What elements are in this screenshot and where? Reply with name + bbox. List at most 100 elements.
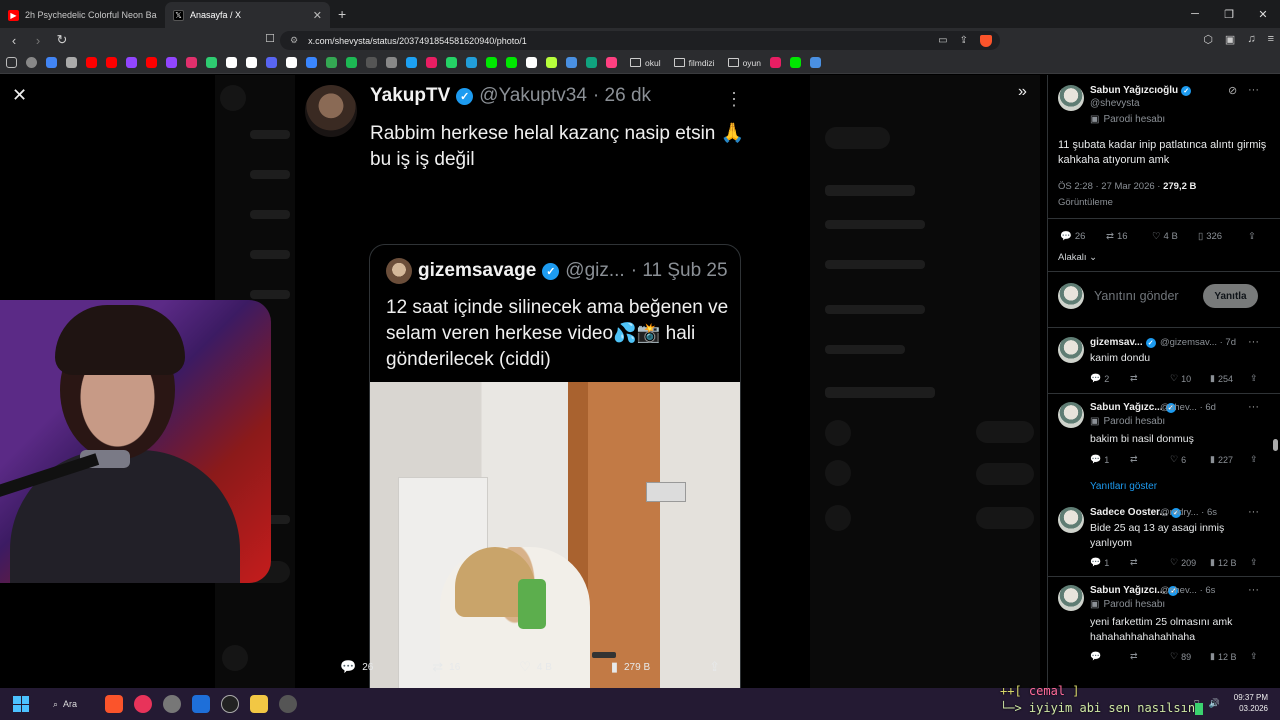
reply-avatar[interactable] — [1058, 402, 1084, 428]
bookmark-icon[interactable] — [106, 57, 117, 68]
show-replies-link[interactable]: Yanıtları göster — [1090, 481, 1157, 492]
retweet-action[interactable]: ⇄ — [1130, 454, 1170, 465]
more-options-icon[interactable]: ··· — [1248, 84, 1259, 96]
media-icon[interactable]: ♫ — [1247, 33, 1255, 46]
retweet-action[interactable]: ⇄ — [1130, 373, 1170, 384]
share-icon[interactable]: ⇪ — [960, 35, 968, 46]
reply-author-name[interactable]: gizemsav... ✓ — [1090, 337, 1156, 348]
back-button[interactable]: ‹ — [4, 33, 24, 48]
cast-icon[interactable]: ▭ — [938, 35, 947, 46]
share-action[interactable]: ⇪ — [1248, 231, 1268, 242]
bookmark-icon[interactable] — [566, 57, 577, 68]
extensions-icon[interactable]: ⬡ — [1203, 33, 1213, 46]
bookmark-icon[interactable] — [306, 57, 317, 68]
bookmark-icon[interactable] — [506, 57, 517, 68]
more-options-icon[interactable]: ··· — [1248, 506, 1259, 518]
views-action[interactable]: ▮ 279 B — [611, 659, 650, 675]
reply-avatar[interactable] — [1058, 337, 1084, 363]
bookmark-icon[interactable] — [346, 57, 357, 68]
bookmark-folder-filmdizi[interactable]: filmdizi — [673, 58, 715, 68]
bookmark-folder-okul[interactable]: okul — [630, 58, 661, 68]
bookmark-icon[interactable] — [526, 57, 537, 68]
bookmark-icon[interactable] — [326, 57, 337, 68]
share-action[interactable]: ⇪ — [709, 659, 720, 675]
bookmark-icon[interactable] — [146, 57, 157, 68]
close-tab-icon[interactable]: ✕ — [313, 9, 322, 22]
forward-button[interactable]: › — [28, 33, 48, 48]
windows-start-icon[interactable] — [13, 696, 29, 712]
share-action[interactable]: ⇪ — [1250, 557, 1264, 568]
author-avatar[interactable] — [1058, 85, 1084, 111]
like-action[interactable]: ♡ 4 B — [519, 659, 552, 675]
reply-button[interactable]: Yanıtla — [1203, 284, 1258, 308]
reply-handle[interactable]: @rodry... · 6s — [1160, 507, 1217, 518]
close-photo-icon[interactable]: ✕ — [12, 85, 27, 106]
volume-icon[interactable]: 🔊 — [1209, 698, 1220, 709]
media-player-taskbar-icon[interactable] — [134, 695, 153, 713]
bookmark-icon[interactable] — [790, 57, 802, 68]
bookmark-icon[interactable] — [46, 57, 57, 68]
quote-card[interactable]: gizemsavage ✓ @giz... · 11 Şub 25 12 saa… — [369, 244, 741, 720]
retweet-action[interactable]: ⇄ 16 — [1106, 231, 1152, 242]
reply-action[interactable]: 💬 1 — [1090, 454, 1130, 465]
photos-taskbar-icon[interactable] — [192, 695, 211, 713]
bookmark-icon[interactable] — [810, 57, 822, 68]
bookmark-icon[interactable] — [126, 57, 137, 68]
retweet-action[interactable]: ⇄ — [1130, 557, 1170, 568]
bookmark-icon[interactable] — [386, 57, 397, 68]
app-taskbar-icon[interactable] — [221, 695, 240, 713]
brave-taskbar-icon[interactable] — [105, 695, 124, 713]
tweet-timestamp[interactable]: ÖS 2:28 · 27 Mar 2026 · — [1058, 181, 1160, 192]
reply-action[interactable]: 💬 2 — [1090, 373, 1130, 384]
like-action[interactable]: ♡ 209 — [1170, 557, 1210, 568]
minimize-button[interactable]: ─ — [1178, 0, 1212, 28]
close-window-button[interactable]: ✕ — [1246, 0, 1280, 28]
apps-grid-icon[interactable] — [6, 57, 17, 68]
like-action[interactable]: ♡ 89 — [1170, 651, 1210, 662]
bookmark-icon[interactable] — [206, 57, 217, 68]
reply-composer[interactable]: Yanıtını gönder — [1058, 283, 1179, 309]
bookmark-icon[interactable] — [86, 57, 97, 68]
brave-shields-icon[interactable] — [980, 34, 992, 47]
bookmark-icon[interactable] — [466, 57, 477, 68]
views-action[interactable]: ▮ 227 — [1210, 454, 1250, 465]
author-handle[interactable]: @shevysta — [1090, 98, 1140, 109]
steam-taskbar-icon[interactable] — [279, 695, 298, 713]
tweet-time[interactable]: · 26 dk — [593, 85, 651, 107]
views-action[interactable]: ▮ 12 B — [1210, 557, 1250, 568]
reply-input[interactable]: Yanıtını gönder — [1094, 289, 1179, 303]
bookmark-icon[interactable] — [546, 57, 557, 68]
app-taskbar-icon[interactable] — [163, 695, 182, 713]
reply-action[interactable]: 💬 26 — [340, 659, 373, 675]
bookmark-icon[interactable] — [446, 57, 457, 68]
reply-handle[interactable]: @shev... · 6d — [1160, 402, 1216, 413]
bookmark-icon[interactable] — [486, 57, 497, 68]
file-explorer-taskbar-icon[interactable] — [250, 695, 269, 713]
bookmark-icon[interactable] — [366, 57, 377, 68]
reply-action[interactable]: 💬 — [1090, 651, 1130, 662]
bookmark-icon[interactable] — [186, 57, 197, 68]
bookmark-icon[interactable] — [606, 57, 617, 68]
collapse-sidebar-icon[interactable]: » — [1018, 83, 1027, 101]
bookmark-icon[interactable] — [286, 57, 297, 68]
more-options-icon[interactable]: ··· — [1248, 401, 1259, 413]
more-options-icon[interactable]: ⋮ — [725, 89, 743, 110]
grok-icon[interactable]: ⊘ — [1228, 84, 1237, 97]
reload-button[interactable]: ↻ — [52, 32, 72, 48]
restore-button[interactable]: ❐ — [1212, 0, 1246, 28]
bookmark-icon[interactable] — [66, 57, 77, 68]
taskbar-clock[interactable]: 09:37 PM 03.2026 — [1234, 692, 1268, 714]
site-info-icon[interactable]: ⚙ — [290, 35, 298, 46]
menu-icon[interactable]: ≡ — [1268, 33, 1274, 46]
bookmark-icon[interactable] — [166, 57, 177, 68]
author-avatar[interactable] — [305, 85, 357, 137]
tab-x-home[interactable]: 𝕏 Anasayfa / X ✕ — [165, 2, 330, 28]
bookmark-icon[interactable] — [266, 57, 277, 68]
bookmark-icon[interactable] — [770, 57, 782, 68]
bookmark-folder-oyun[interactable]: oyun — [727, 58, 761, 68]
author-name[interactable]: Sabun Yağızcıoğlu ✓ — [1090, 85, 1192, 96]
author-name[interactable]: YakupTV — [370, 85, 450, 107]
reply-avatar[interactable] — [1058, 507, 1084, 533]
bookmark-icon[interactable] — [426, 57, 437, 68]
views-action[interactable]: ▮ 12 B — [1210, 651, 1250, 662]
